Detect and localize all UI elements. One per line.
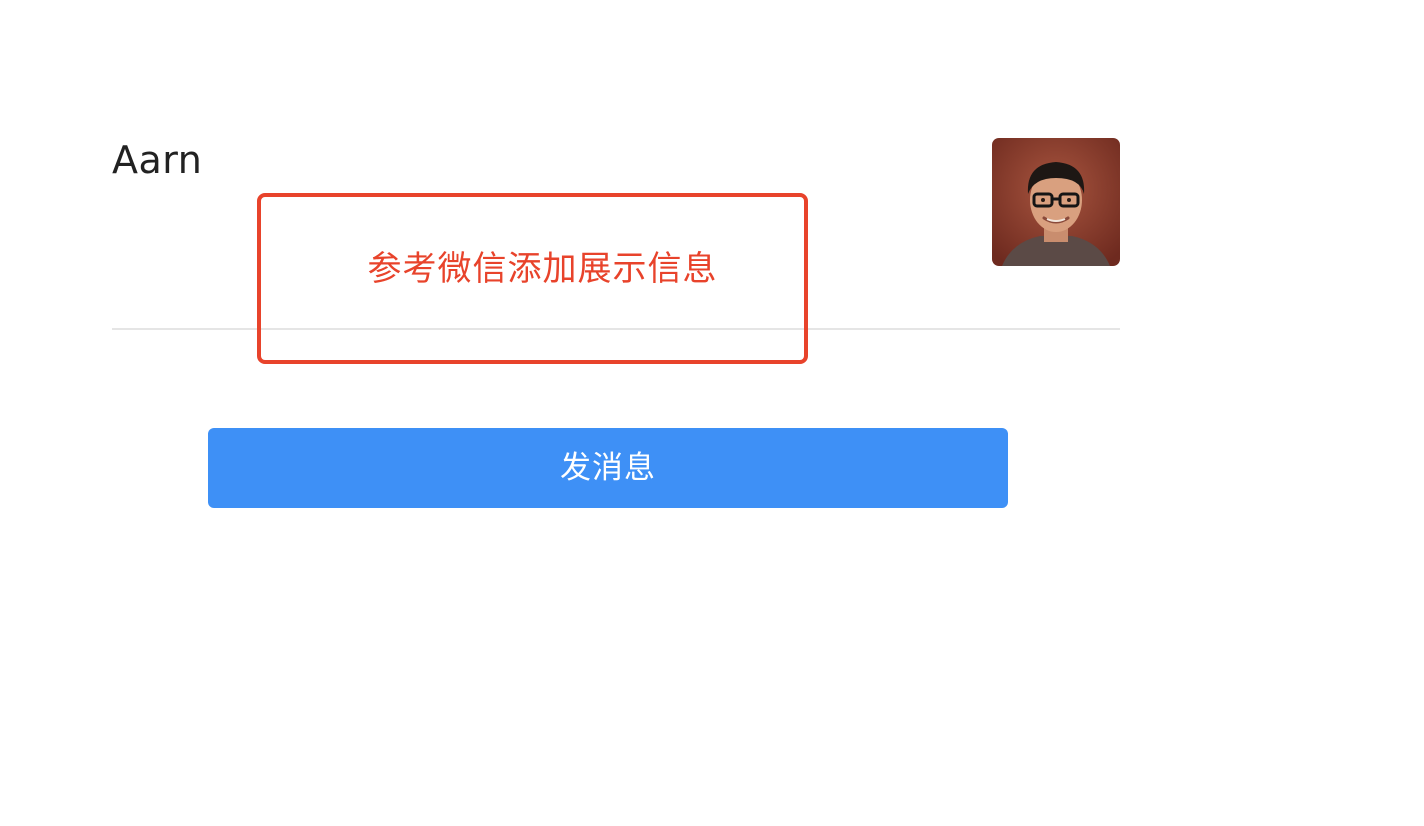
avatar[interactable] <box>992 138 1120 266</box>
send-message-button[interactable]: 发消息 <box>208 428 1008 508</box>
annotation-box: 参考微信添加展示信息 <box>257 193 808 364</box>
person-photo-icon <box>992 138 1120 266</box>
profile-name: Aarn <box>112 138 203 182</box>
annotation-text: 参考微信添加展示信息 <box>367 249 718 289</box>
